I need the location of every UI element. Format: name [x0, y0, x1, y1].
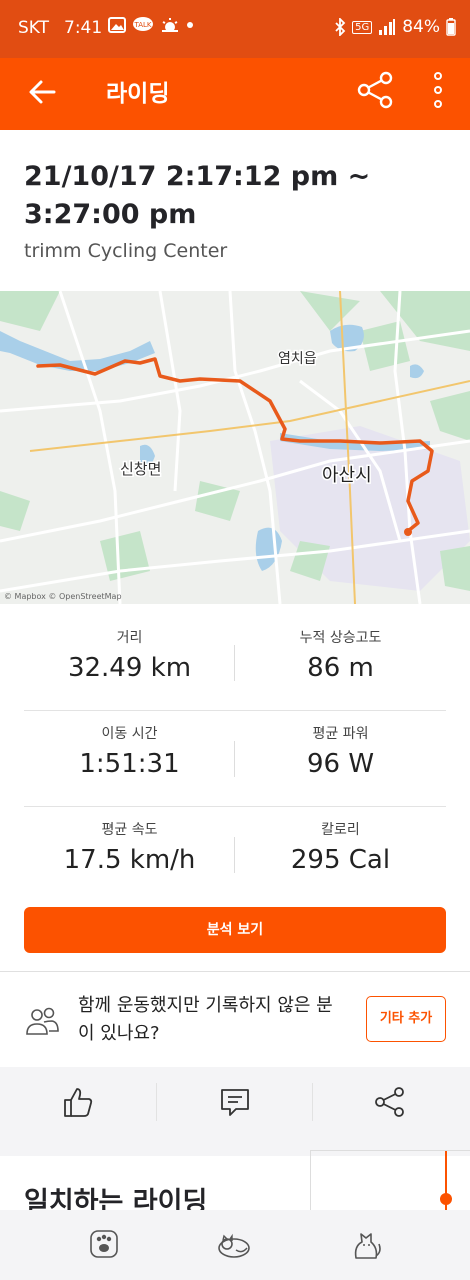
- svg-text:TALK: TALK: [133, 21, 151, 29]
- map-label-city: 아산시: [322, 465, 372, 486]
- stat-value: 96 W: [306, 749, 375, 779]
- stat-label: 누적 상승고도: [299, 630, 382, 646]
- stat-moving-time: 이동 시간 1:51:31: [24, 723, 235, 779]
- stat-row: 거리 32.49 km 누적 상승고도 86 m: [24, 615, 446, 711]
- stat-distance: 거리 32.49 km: [24, 627, 235, 683]
- sleeping-cat-icon[interactable]: [216, 1226, 252, 1262]
- stat-row: 이동 시간 1:51:31 평균 파워 96 W: [24, 711, 446, 807]
- add-others-button[interactable]: 기타 추가: [366, 996, 446, 1042]
- app-bar: 라이딩: [0, 58, 470, 130]
- share-icon[interactable]: [373, 1085, 407, 1119]
- route-end-marker: [404, 528, 412, 536]
- comment-icon[interactable]: [218, 1085, 252, 1119]
- activity-datetime: 21/10/17 2:17:12 pm ~ 3:27:00 pm: [24, 161, 371, 230]
- battery-percent: 84%: [402, 17, 440, 37]
- battery-icon: [446, 18, 456, 36]
- activity-location: trimm Cycling Center: [24, 240, 228, 262]
- clock: 7:41: [64, 18, 103, 38]
- paw-icon[interactable]: [86, 1226, 122, 1262]
- stat-value: 295 Cal: [290, 845, 391, 875]
- stat-label: 거리: [116, 630, 143, 646]
- add-others-text: 함께 운동했지만 기록하지 않은 분이 있나요?: [78, 995, 333, 1044]
- map-label-town2: 신창면: [120, 460, 161, 478]
- stat-value: 32.49 km: [67, 653, 192, 683]
- stat-label: 평균 파워: [312, 726, 369, 742]
- people-icon: [26, 1007, 59, 1035]
- stat-label: 칼로리: [321, 822, 360, 838]
- cat-icon[interactable]: [348, 1226, 384, 1262]
- status-bar: SKT 7:41 TALK 5G 84%: [0, 0, 470, 58]
- bluetooth-icon: [335, 18, 346, 36]
- share-icon[interactable]: [356, 70, 396, 110]
- action-divider: [156, 1083, 157, 1121]
- stat-calories: 칼로리 295 Cal: [235, 819, 446, 875]
- back-arrow-icon[interactable]: [26, 76, 58, 108]
- view-analysis-button[interactable]: 분석 보기: [24, 907, 446, 953]
- more-vertical-icon[interactable]: [430, 70, 446, 110]
- carrier-label: SKT: [18, 18, 50, 38]
- map-attribution: © Mapbox © OpenStreetMap: [4, 592, 122, 601]
- map-label-town1: 염치읍: [278, 351, 317, 367]
- action-divider: [312, 1083, 313, 1121]
- bottom-navigation: [0, 1210, 470, 1280]
- social-action-bar: [0, 1067, 470, 1138]
- stat-value: 17.5 km/h: [63, 845, 196, 875]
- add-others-section: 함께 운동했지만 기록하지 않은 분이 있나요? 기타 추가: [0, 972, 470, 1067]
- route-map[interactable]: 염치읍 신창면 아산시 © Mapbox © OpenStreetMap: [0, 291, 470, 604]
- stat-label: 평균 속도: [101, 822, 158, 838]
- stat-avg-power: 평균 파워 96 W: [235, 723, 446, 779]
- stat-elevation: 누적 상승고도 86 m: [235, 627, 446, 683]
- stat-value: 1:51:31: [79, 749, 180, 779]
- notification-icons: TALK: [108, 16, 194, 34]
- thumbs-up-icon[interactable]: [61, 1085, 95, 1119]
- image-notification-icon: [108, 17, 126, 33]
- stat-value: 86 m: [307, 653, 374, 683]
- weather-notification-icon: [162, 18, 178, 32]
- network-type: 5G: [352, 20, 373, 34]
- map-canvas: 염치읍 신창면 아산시 © Mapbox © OpenStreetMap: [0, 291, 470, 604]
- talk-notification-icon: TALK: [133, 17, 153, 31]
- system-icons: 5G 84%: [334, 17, 456, 37]
- stat-avg-speed: 평균 속도 17.5 km/h: [24, 819, 235, 875]
- stat-label: 이동 시간: [101, 726, 158, 742]
- dot-icon: [187, 22, 193, 28]
- stats-grid: 거리 32.49 km 누적 상승고도 86 m 이동 시간 1:51:31 평…: [24, 615, 446, 902]
- page-title: 라이딩: [106, 81, 170, 107]
- stat-row: 평균 속도 17.5 km/h 칼로리 295 Cal: [24, 807, 446, 902]
- signal-icon: [379, 19, 396, 35]
